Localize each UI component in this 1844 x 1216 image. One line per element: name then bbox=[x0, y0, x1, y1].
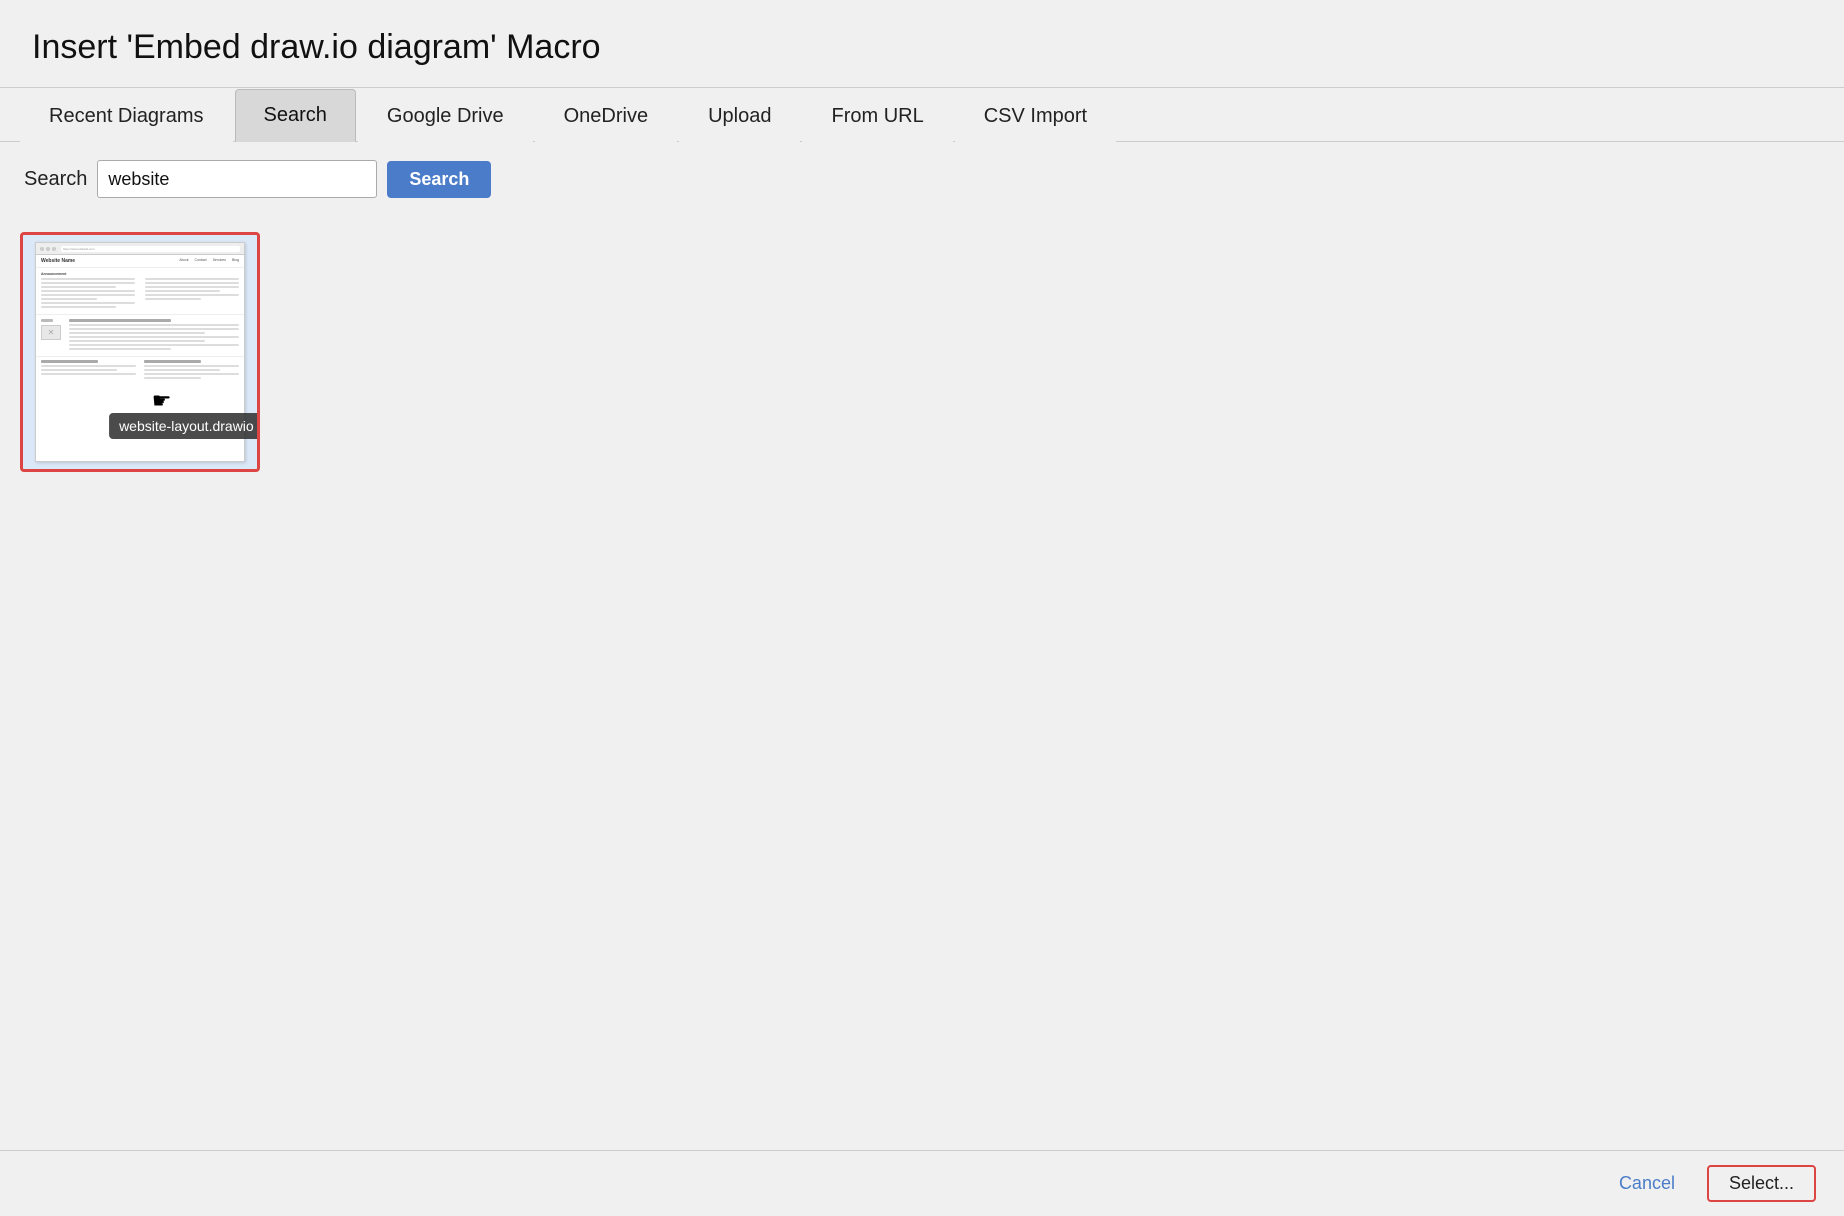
tab-upload[interactable]: Upload bbox=[679, 90, 800, 142]
diagrams-grid: https://www.default.com Website Name Abo… bbox=[20, 232, 1824, 472]
diagram-card[interactable]: https://www.default.com Website Name Abo… bbox=[20, 232, 260, 472]
cancel-button[interactable]: Cancel bbox=[1603, 1167, 1691, 1200]
diagram-thumbnail: https://www.default.com Website Name Abo… bbox=[35, 242, 245, 462]
page-title: Insert 'Embed draw.io diagram' Macro bbox=[32, 28, 1812, 67]
tab-google-drive[interactable]: Google Drive bbox=[358, 90, 533, 142]
tab-csv-import[interactable]: CSV Import bbox=[955, 90, 1116, 142]
tab-search[interactable]: Search bbox=[235, 89, 356, 142]
search-label: Search bbox=[24, 168, 87, 191]
tabs-bar: Recent Diagrams Search Google Drive OneD… bbox=[0, 88, 1844, 142]
header: Insert 'Embed draw.io diagram' Macro bbox=[0, 0, 1844, 88]
search-bar: Search Search bbox=[0, 142, 1844, 216]
diagram-preview: https://www.default.com Website Name Abo… bbox=[23, 235, 257, 469]
footer-bar: Cancel Select... bbox=[0, 1150, 1844, 1216]
content-area: https://www.default.com Website Name Abo… bbox=[0, 216, 1844, 1150]
select-button[interactable]: Select... bbox=[1707, 1165, 1816, 1202]
tab-from-url[interactable]: From URL bbox=[802, 90, 952, 142]
search-button[interactable]: Search bbox=[387, 161, 491, 198]
tab-recent-diagrams[interactable]: Recent Diagrams bbox=[20, 90, 233, 142]
search-input[interactable] bbox=[97, 160, 377, 198]
tab-onedrive[interactable]: OneDrive bbox=[535, 90, 677, 142]
page-container: Insert 'Embed draw.io diagram' Macro Rec… bbox=[0, 0, 1844, 1216]
